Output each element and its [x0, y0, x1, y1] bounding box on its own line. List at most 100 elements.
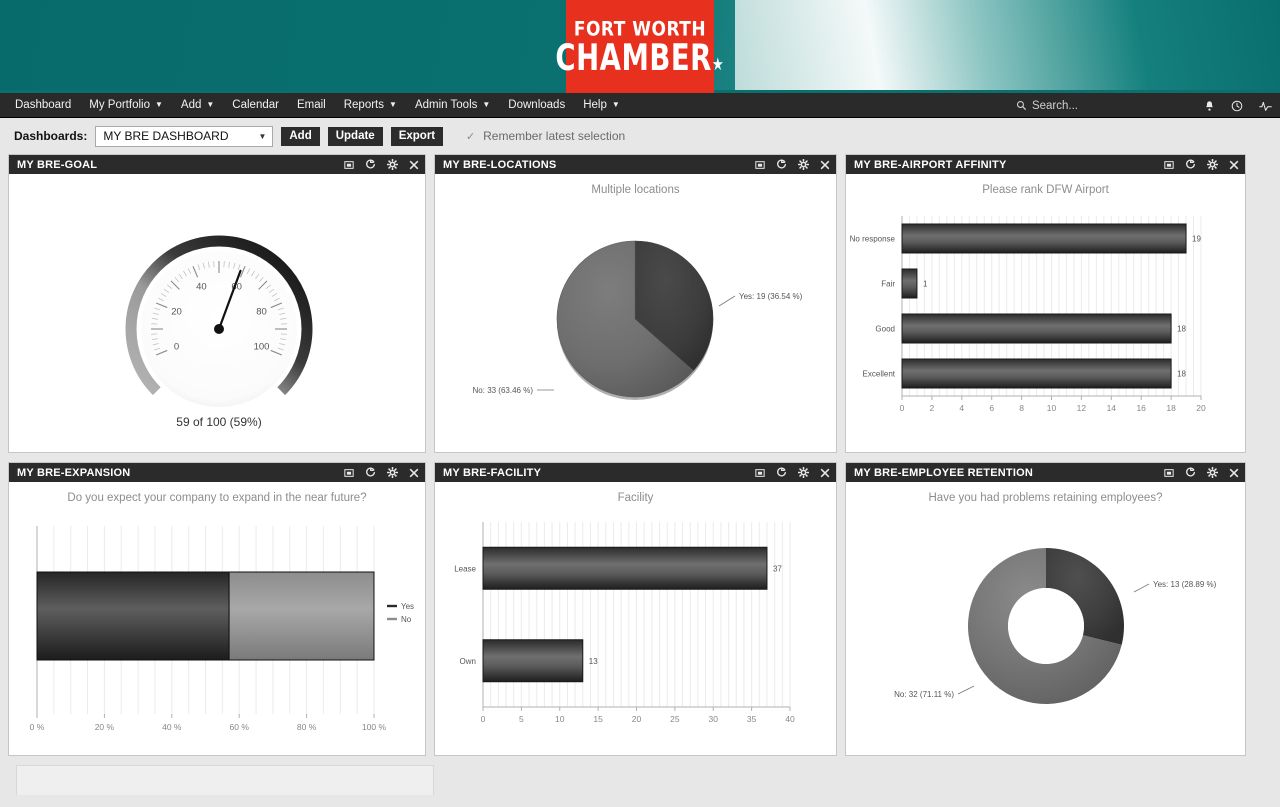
svg-text:40 %: 40 %	[162, 722, 182, 732]
panel-body: Have you had problems retaining employee…	[846, 482, 1245, 755]
panel-bre-facility: MY BRE-FACILITY Facility 0 5 10 15 20 25 30 35 4…	[434, 462, 837, 756]
site-banner: FORT WORTH CHAMBER★	[0, 0, 1280, 93]
dashboard-select-value: MY BRE DASHBOARD	[103, 129, 229, 143]
svg-text:6: 6	[989, 403, 994, 413]
svg-text:20 %: 20 %	[95, 722, 115, 732]
close-icon[interactable]	[1229, 160, 1239, 170]
nav-item-email[interactable]: Email	[288, 93, 335, 118]
chart-title: Do you expect your company to expand in …	[67, 492, 367, 504]
refresh-icon[interactable]	[365, 159, 376, 170]
panel-title: MY BRE-AIRPORT AFFINITY	[854, 158, 1007, 171]
pie-chart-locations: Yes: 19 (36.54 %) No: 33 (63.46 %)	[473, 240, 803, 400]
nav-item-dashboard[interactable]: Dashboard	[6, 93, 80, 118]
panel-body: 0 20 40 60 80 100 59 of 100 (59%)	[9, 174, 425, 452]
svg-text:18: 18	[1166, 403, 1176, 413]
chart-title: Facility	[617, 492, 654, 504]
chevron-down-icon: ▼	[154, 99, 163, 109]
svg-text:20: 20	[1196, 403, 1206, 413]
nav-item-reports[interactable]: Reports ▼	[335, 93, 406, 118]
chevron-down-icon: ▼	[389, 99, 397, 109]
maximize-icon[interactable]	[344, 468, 354, 478]
nav-item-calendar[interactable]: Calendar	[223, 93, 288, 118]
fort-worth-chamber-logo[interactable]: FORT WORTH CHAMBER★	[556, 0, 724, 93]
svg-text:4: 4	[959, 403, 964, 413]
dashboards-label: Dashboards:	[14, 129, 88, 143]
nav-item-downloads[interactable]: Downloads	[499, 93, 574, 118]
close-icon[interactable]	[820, 468, 830, 478]
maximize-icon[interactable]	[344, 160, 354, 170]
maximize-icon[interactable]	[1164, 160, 1174, 170]
maximize-icon[interactable]	[755, 468, 765, 478]
nav-right-tools: Search...	[1016, 93, 1272, 118]
close-icon[interactable]	[409, 160, 419, 170]
dashboard-select[interactable]: MY BRE DASHBOARD ▼	[95, 125, 274, 147]
close-icon[interactable]	[1229, 468, 1239, 478]
nav-item-help[interactable]: Help ▼	[574, 93, 629, 118]
nav-item-add[interactable]: Add ▼	[172, 93, 223, 118]
gear-icon[interactable]	[1207, 467, 1218, 478]
svg-text:0: 0	[900, 403, 905, 413]
svg-text:15: 15	[593, 714, 603, 724]
panel-title: MY BRE-EXPANSION	[17, 466, 131, 479]
panel-bre-goal: MY BRE-GOAL 0 20 40 60 80 100 59 of 100 …	[8, 154, 426, 453]
nav-item-admin-tools[interactable]: Admin Tools ▼	[406, 93, 499, 118]
svg-text:18: 18	[1177, 370, 1186, 379]
svg-text:30: 30	[709, 714, 719, 724]
svg-text:18: 18	[1177, 325, 1186, 334]
pie-slice-label-no: No: 33 (63.46 %)	[473, 386, 534, 395]
gear-icon[interactable]	[387, 467, 398, 478]
svg-text:Own: Own	[460, 657, 476, 666]
svg-text:100 %: 100 %	[362, 722, 387, 732]
maximize-icon[interactable]	[1164, 468, 1174, 478]
add-button[interactable]: Add	[281, 126, 320, 146]
svg-text:1: 1	[923, 280, 928, 289]
dashboard-row-3-partial	[8, 765, 1272, 795]
checkmark-icon: ✓	[466, 130, 476, 143]
search-input[interactable]: Search...	[1016, 100, 1078, 112]
activity-icon[interactable]	[1259, 100, 1272, 112]
remember-selection-label: Remember latest selection	[483, 129, 626, 143]
svg-text:20: 20	[171, 306, 182, 317]
svg-text:0 %: 0 %	[30, 722, 45, 732]
nav-item-my-portfolio[interactable]: My Portfolio ▼	[80, 93, 172, 118]
refresh-icon[interactable]	[776, 159, 787, 170]
gauge-chart: 02040 6080100 59 of 100 (59%)	[125, 235, 313, 429]
svg-text:37: 37	[773, 564, 782, 573]
svg-text:10: 10	[1047, 403, 1057, 413]
panel-bre-locations: MY BRE-LOCATIONS Multiple locations Yes:…	[434, 154, 837, 453]
logo-line-2: CHAMBER★	[555, 37, 725, 79]
maximize-icon[interactable]	[755, 160, 765, 170]
close-icon[interactable]	[409, 468, 419, 478]
export-button[interactable]: Export	[390, 126, 444, 146]
svg-text:60 %: 60 %	[230, 722, 250, 732]
panel-header-icons	[1164, 467, 1239, 478]
gear-icon[interactable]	[387, 159, 398, 170]
dashboard-grid: MY BRE-GOAL 0 20 40 60 80 100 59 of 100 …	[0, 154, 1280, 795]
refresh-icon[interactable]	[1185, 467, 1196, 478]
remember-selection-checkbox[interactable]: ✓ Remember latest selection	[465, 129, 625, 143]
refresh-icon[interactable]	[365, 467, 376, 478]
svg-text:16: 16	[1136, 403, 1146, 413]
svg-text:20: 20	[632, 714, 642, 724]
svg-text:19: 19	[1192, 235, 1201, 244]
svg-text:0: 0	[481, 714, 486, 724]
gear-icon[interactable]	[798, 467, 809, 478]
bell-icon[interactable]	[1204, 100, 1215, 112]
chevron-down-icon: ▼	[258, 131, 267, 141]
panel-header-icons	[344, 467, 419, 478]
panel-bre-expansion: MY BRE-EXPANSION Do you expect your comp…	[8, 462, 426, 756]
refresh-icon[interactable]	[776, 467, 787, 478]
donut-slice-label-no: No: 32 (71.11 %)	[894, 690, 954, 699]
panel-title: MY BRE-FACILITY	[443, 466, 542, 479]
gear-icon[interactable]	[1207, 159, 1218, 170]
svg-text:Good: Good	[875, 325, 895, 334]
svg-text:12: 12	[1077, 403, 1087, 413]
chart-title: Multiple locations	[591, 184, 680, 196]
clock-icon[interactable]	[1231, 100, 1243, 112]
update-button[interactable]: Update	[327, 126, 383, 146]
refresh-icon[interactable]	[1185, 159, 1196, 170]
close-icon[interactable]	[820, 160, 830, 170]
panel-header-icons	[1164, 159, 1239, 170]
gear-icon[interactable]	[798, 159, 809, 170]
svg-text:100: 100	[254, 342, 270, 353]
